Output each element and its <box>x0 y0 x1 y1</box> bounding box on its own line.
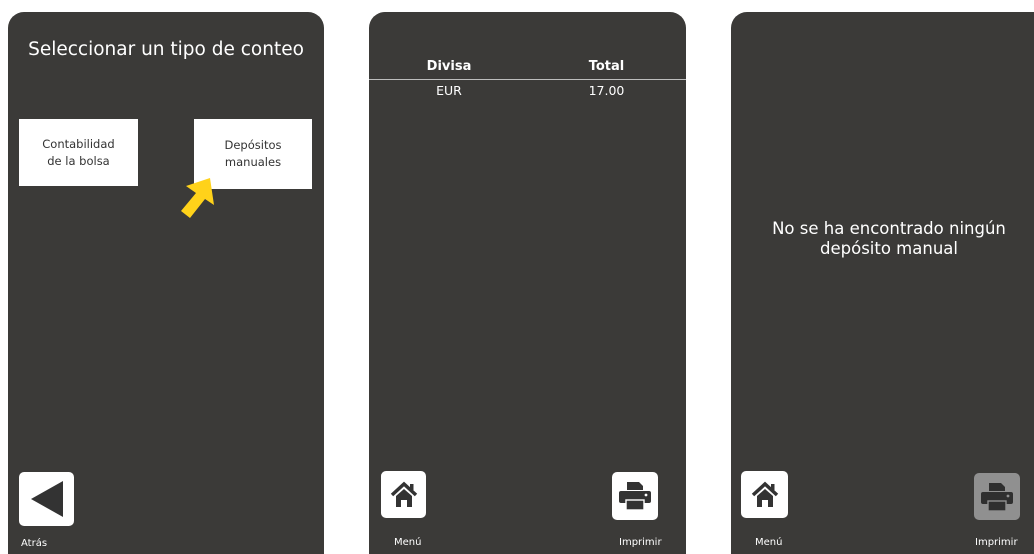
pointer-arrow-icon <box>181 178 214 218</box>
back-triangle-icon <box>30 481 63 517</box>
home-icon <box>390 481 417 507</box>
page-title: Seleccionar un tipo de conteo <box>28 39 304 60</box>
printer-icon <box>619 482 651 511</box>
print-button-label: Imprimir <box>619 537 662 548</box>
menu-button-label: Menú <box>755 537 783 548</box>
totals-screen: Divisa Total EUR 17.00 Menú Imprimir <box>369 12 686 554</box>
print-button[interactable] <box>612 472 658 520</box>
bag-accounting-label: Contabilidad de la bolsa <box>42 136 115 168</box>
bag-accounting-button[interactable]: Contabilidad de la bolsa <box>19 119 138 186</box>
print-button-label: Imprimir <box>975 537 1018 548</box>
menu-button-label: Menú <box>394 537 422 548</box>
manual-deposits-label: Depósitos manuales <box>224 138 282 169</box>
column-header-total: Total <box>588 59 625 74</box>
print-button-disabled[interactable] <box>974 473 1020 520</box>
total-cell: 17.00 <box>588 83 625 98</box>
home-icon <box>751 481 778 507</box>
empty-message-line2: depósito manual <box>820 239 958 258</box>
column-header-currency: Divisa <box>426 59 472 74</box>
empty-message: No se ha encontrado ningún depósito manu… <box>731 219 1034 259</box>
back-button[interactable] <box>19 472 74 526</box>
currency-cell: EUR <box>436 83 462 98</box>
table-header: Divisa Total <box>369 59 686 80</box>
home-button[interactable] <box>381 471 426 518</box>
header-divider-gap <box>524 80 529 81</box>
empty-message-line1: No se ha encontrado ningún <box>772 219 1006 238</box>
manual-deposits-screen: No se ha encontrado ningún depósito manu… <box>731 12 1034 554</box>
home-button[interactable] <box>741 471 788 518</box>
back-button-label: Atrás <box>21 538 48 549</box>
printer-icon <box>981 482 1013 512</box>
count-type-screen: Seleccionar un tipo de conteo Contabilid… <box>8 12 324 554</box>
